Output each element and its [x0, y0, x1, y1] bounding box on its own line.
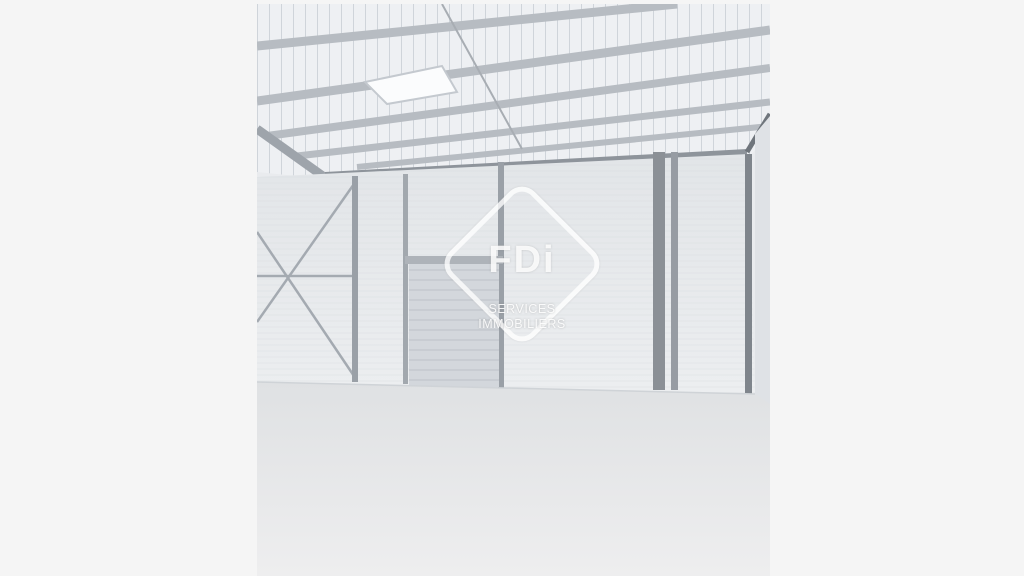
page-background: FDi SERVICES IMMOBILIERS — [0, 0, 1024, 576]
warehouse-photo: FDi SERVICES IMMOBILIERS — [257, 4, 770, 576]
concrete-floor — [257, 382, 770, 576]
roller-door — [405, 256, 503, 387]
warehouse-interior-image — [257, 4, 770, 576]
